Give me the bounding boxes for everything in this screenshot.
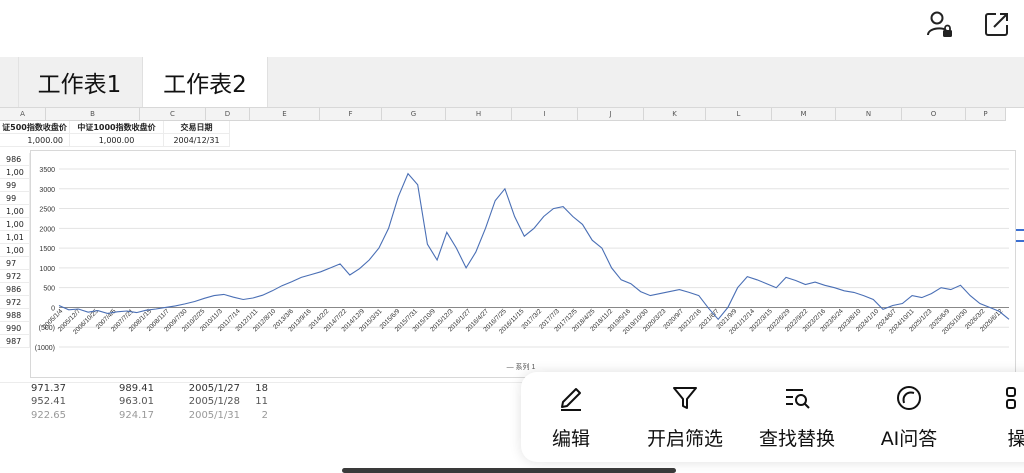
left-cell[interactable]: 990 — [0, 322, 30, 335]
action-panel: 编辑 开启筛选 查找替换 AI问答 操 — [521, 372, 1024, 462]
column-header-n[interactable]: N — [836, 108, 902, 121]
column-header-p[interactable]: P — [966, 108, 1006, 121]
edit-button[interactable]: 编辑 — [523, 384, 619, 454]
find-replace-icon — [786, 389, 810, 409]
left-cell[interactable]: 1,00 — [0, 218, 30, 231]
column-header-o[interactable]: O — [902, 108, 966, 121]
y-tick-label: 3500 — [39, 167, 55, 174]
cell-b: 989.41 — [119, 383, 154, 394]
selection-marker — [1016, 240, 1024, 242]
ai-qa-button[interactable]: AI问答 — [861, 384, 957, 454]
tab-sheet2[interactable]: 工作表2 — [142, 57, 268, 107]
left-cell[interactable]: 972 — [0, 296, 30, 309]
left-cell[interactable]: 986 — [0, 283, 30, 296]
column-header-g[interactable]: G — [382, 108, 446, 121]
column-header-j[interactable]: J — [578, 108, 644, 121]
column-header-a[interactable]: A — [0, 108, 46, 121]
cell-b2[interactable]: 1,000.00 — [70, 134, 164, 147]
left-cell[interactable]: 97 — [0, 257, 30, 270]
filter-icon — [673, 387, 697, 409]
left-cell[interactable]: 1,00 — [0, 244, 30, 257]
left-cell[interactable]: 1,00 — [0, 205, 30, 218]
column-header-d[interactable]: D — [206, 108, 250, 121]
selection-marker — [1016, 229, 1024, 231]
left-cell[interactable]: 987 — [0, 335, 30, 348]
line-chart-svg: 3500300025002000150010005000(500)(1000)2… — [35, 167, 1010, 371]
cell-d: 11 — [255, 396, 268, 407]
legend-label: — 系列 1 — [507, 362, 536, 371]
ai-qa-label: AI问答 — [880, 428, 938, 450]
left-cell[interactable]: 99 — [0, 192, 30, 205]
series-line — [58, 172, 1010, 321]
top-toolbar — [0, 0, 1024, 56]
left-cell[interactable]: 1,01 — [0, 231, 30, 244]
edit-label: 编辑 — [551, 428, 590, 450]
column-header-e[interactable]: E — [250, 108, 320, 121]
column-header-h[interactable]: H — [446, 108, 512, 121]
column-header-l[interactable]: L — [706, 108, 772, 121]
y-tick-label: 2500 — [39, 207, 55, 214]
y-tick-label: 2000 — [39, 226, 55, 233]
column-header-b[interactable]: B — [46, 108, 140, 121]
cell-a: 971.37 — [31, 383, 66, 394]
left-cell[interactable]: 1,00 — [0, 166, 30, 179]
header-cell-c[interactable]: 交易日期 — [164, 121, 230, 134]
column-header-i[interactable]: I — [512, 108, 578, 121]
tab-sheet1[interactable]: 工作表1 — [18, 57, 140, 107]
ai-chat-icon — [897, 386, 921, 410]
header-cell-a[interactable]: 证500指数收盘价 — [0, 121, 70, 134]
cell-d: 18 — [255, 383, 268, 394]
tab-label: 工作表2 — [163, 72, 247, 98]
find-replace-button[interactable]: 查找替换 — [749, 384, 845, 454]
operate-label: 操 — [1007, 428, 1024, 450]
cell-c2[interactable]: 2004/12/31 — [164, 134, 230, 147]
find-replace-label: 查找替换 — [758, 428, 835, 450]
cell-a2[interactable]: 1,000.00 — [0, 134, 70, 147]
edit-pencil-icon — [561, 388, 581, 411]
line-chart[interactable]: 3500 3000 2500 2000 1500 1000 500 0 (500) (1000) 2… — [30, 150, 1016, 378]
cell-b: 963.01 — [119, 396, 154, 407]
grid-icon — [1006, 387, 1016, 409]
left-cell[interactable]: 986 — [0, 153, 30, 166]
operate-button[interactable]: 操 — [969, 384, 1024, 454]
left-cell[interactable]: 972 — [0, 270, 30, 283]
share-export-icon[interactable] — [982, 9, 1012, 39]
cell-a: 952.41 — [31, 396, 66, 407]
left-cell[interactable]: 988 — [0, 309, 30, 322]
cell-a: 922.65 — [31, 410, 66, 421]
cell-c: 2005/1/31 — [188, 410, 240, 421]
column-header-c[interactable]: C — [140, 108, 206, 121]
y-tick-label: (1000) — [35, 345, 55, 352]
sheet-tab-strip: 工作表1 工作表2 — [0, 57, 1024, 108]
y-tick-label: 3000 — [39, 187, 55, 194]
y-tick-label: 500 — [43, 286, 55, 293]
y-tick-label: 0 — [51, 305, 55, 312]
user-lock-icon[interactable] — [924, 9, 954, 39]
tab-label: 工作表1 — [37, 72, 122, 98]
column-header-k[interactable]: K — [644, 108, 706, 121]
home-indicator — [342, 468, 676, 473]
filter-label: 开启筛选 — [646, 428, 723, 450]
cell-d: 2 — [261, 410, 268, 421]
header-cell-b[interactable]: 中证1000指数收盘价 — [70, 121, 164, 134]
y-tick-label: 1000 — [39, 266, 55, 273]
column-header-m[interactable]: M — [772, 108, 836, 121]
y-tick-label: 1500 — [39, 246, 55, 253]
cell-b: 924.17 — [119, 410, 154, 421]
cell-c: 2005/1/28 — [188, 396, 240, 407]
column-header-f[interactable]: F — [320, 108, 382, 121]
filter-button[interactable]: 开启筛选 — [637, 384, 733, 454]
left-cell[interactable]: 99 — [0, 179, 30, 192]
cell-c: 2005/1/27 — [188, 383, 240, 394]
